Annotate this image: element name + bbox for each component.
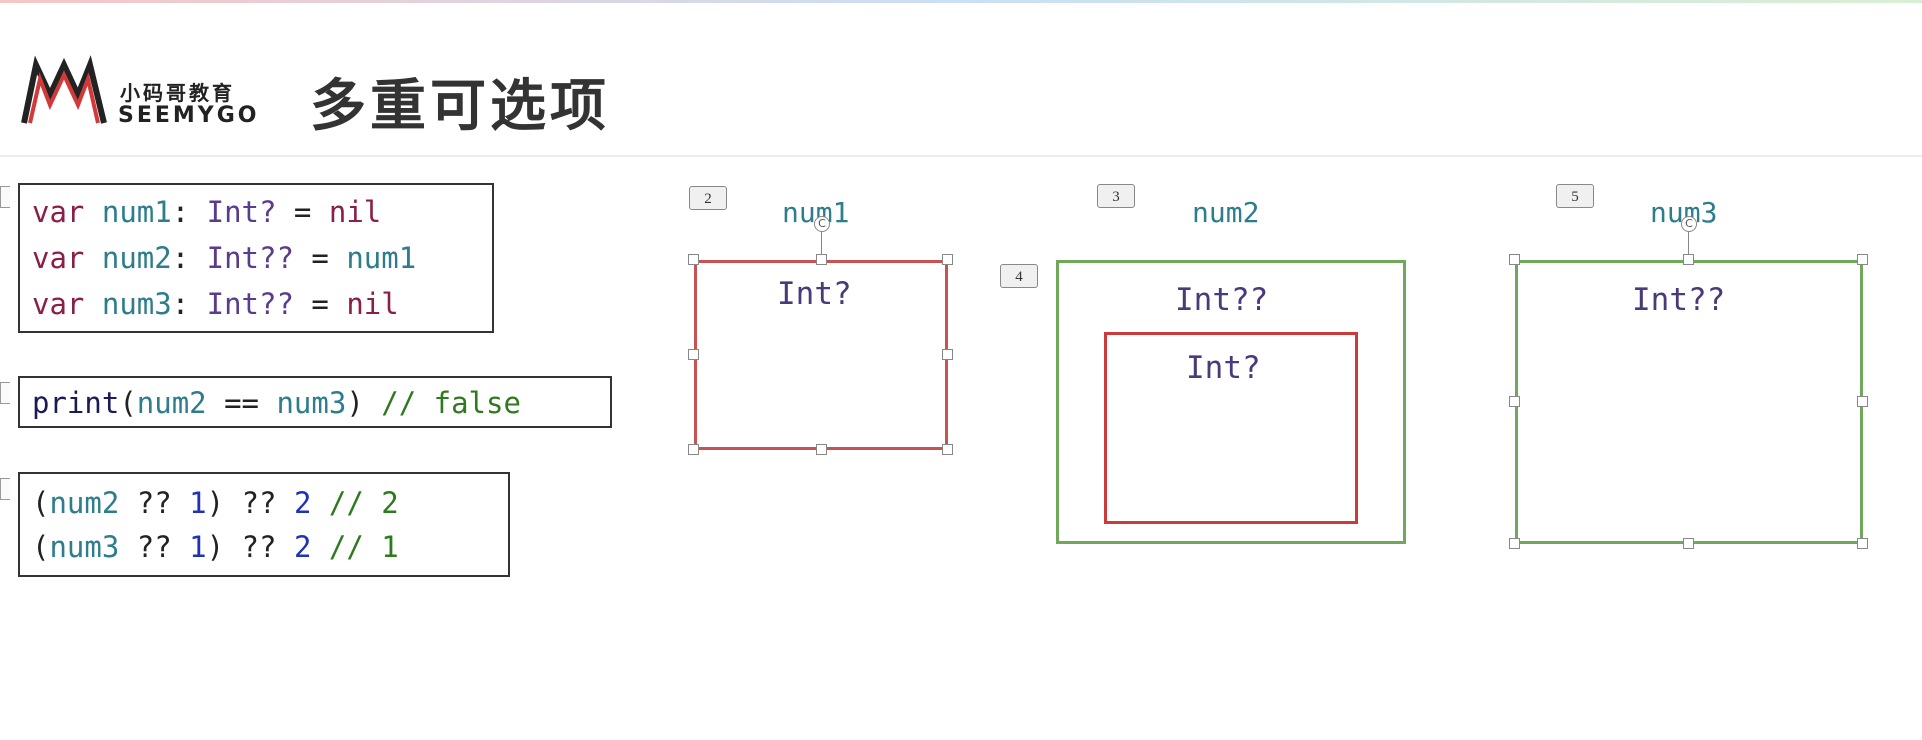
resize-handle-tr[interactable] xyxy=(1857,254,1868,265)
slide-title: 多重可选项 xyxy=(310,74,610,139)
num2-outer-type-label: Int?? xyxy=(1175,282,1269,318)
num3-box-type-label: Int?? xyxy=(1632,282,1726,318)
seemygo-logo-icon xyxy=(21,55,107,124)
code-line-num3: var num3: Int?? = nil xyxy=(32,287,399,321)
resize-handle-tm[interactable] xyxy=(1683,254,1694,265)
resize-handle-tr[interactable] xyxy=(942,254,953,265)
logo-chinese-text: 小码哥教育 xyxy=(120,81,235,105)
animation-badge-5[interactable]: 5 xyxy=(1556,184,1594,208)
logo-english-text: SEEMYGO xyxy=(118,103,260,128)
code-anchor-2[interactable] xyxy=(0,382,10,404)
num2-label: num2 xyxy=(1192,196,1260,229)
resize-handle-tl[interactable] xyxy=(1509,254,1520,265)
resize-handle-bm[interactable] xyxy=(816,444,827,455)
resize-handle-br[interactable] xyxy=(942,444,953,455)
animation-badge-2[interactable]: 2 xyxy=(689,186,727,210)
slide-header: 小码哥教育 SEEMYGO 多重可选项 xyxy=(0,3,1922,157)
code-line-num1: var num1: Int? = nil xyxy=(32,195,382,229)
code-anchor-1[interactable] xyxy=(0,186,10,208)
resize-handle-br[interactable] xyxy=(1857,538,1868,549)
resize-handle-mr[interactable] xyxy=(942,349,953,360)
declaration-code-block[interactable]: var num1: Int? = nil var num2: Int?? = n… xyxy=(18,183,494,333)
resize-handle-ml[interactable] xyxy=(688,349,699,360)
num1-box-type-label: Int? xyxy=(777,276,852,312)
resize-handle-tl[interactable] xyxy=(688,254,699,265)
resize-handle-ml[interactable] xyxy=(1509,396,1520,407)
code-line-print: print(num2 == num3) // false xyxy=(32,386,521,420)
num1-rotate-handle-icon[interactable]: C xyxy=(814,216,830,232)
print-code-block[interactable]: print(num2 == num3) // false xyxy=(18,376,612,428)
code-line-coalesce-num3: (num3 ?? 1) ?? 2 // 1 xyxy=(32,530,399,564)
animation-badge-3[interactable]: 3 xyxy=(1097,184,1135,208)
resize-handle-mr[interactable] xyxy=(1857,396,1868,407)
code-anchor-3[interactable] xyxy=(0,478,10,500)
num2-inner-type-label: Int? xyxy=(1186,350,1261,386)
animation-badge-4[interactable]: 4 xyxy=(1000,264,1038,288)
resize-handle-bl[interactable] xyxy=(1509,538,1520,549)
code-line-num2: var num2: Int?? = num1 xyxy=(32,241,417,275)
code-line-coalesce-num2: (num2 ?? 1) ?? 2 // 2 xyxy=(32,486,399,520)
resize-handle-tm[interactable] xyxy=(816,254,827,265)
coalesce-code-block[interactable]: (num2 ?? 1) ?? 2 // 2 (num3 ?? 1) ?? 2 /… xyxy=(18,472,510,577)
resize-handle-bl[interactable] xyxy=(688,444,699,455)
num3-rotate-handle-icon[interactable]: C xyxy=(1681,216,1697,232)
resize-handle-bm[interactable] xyxy=(1683,538,1694,549)
